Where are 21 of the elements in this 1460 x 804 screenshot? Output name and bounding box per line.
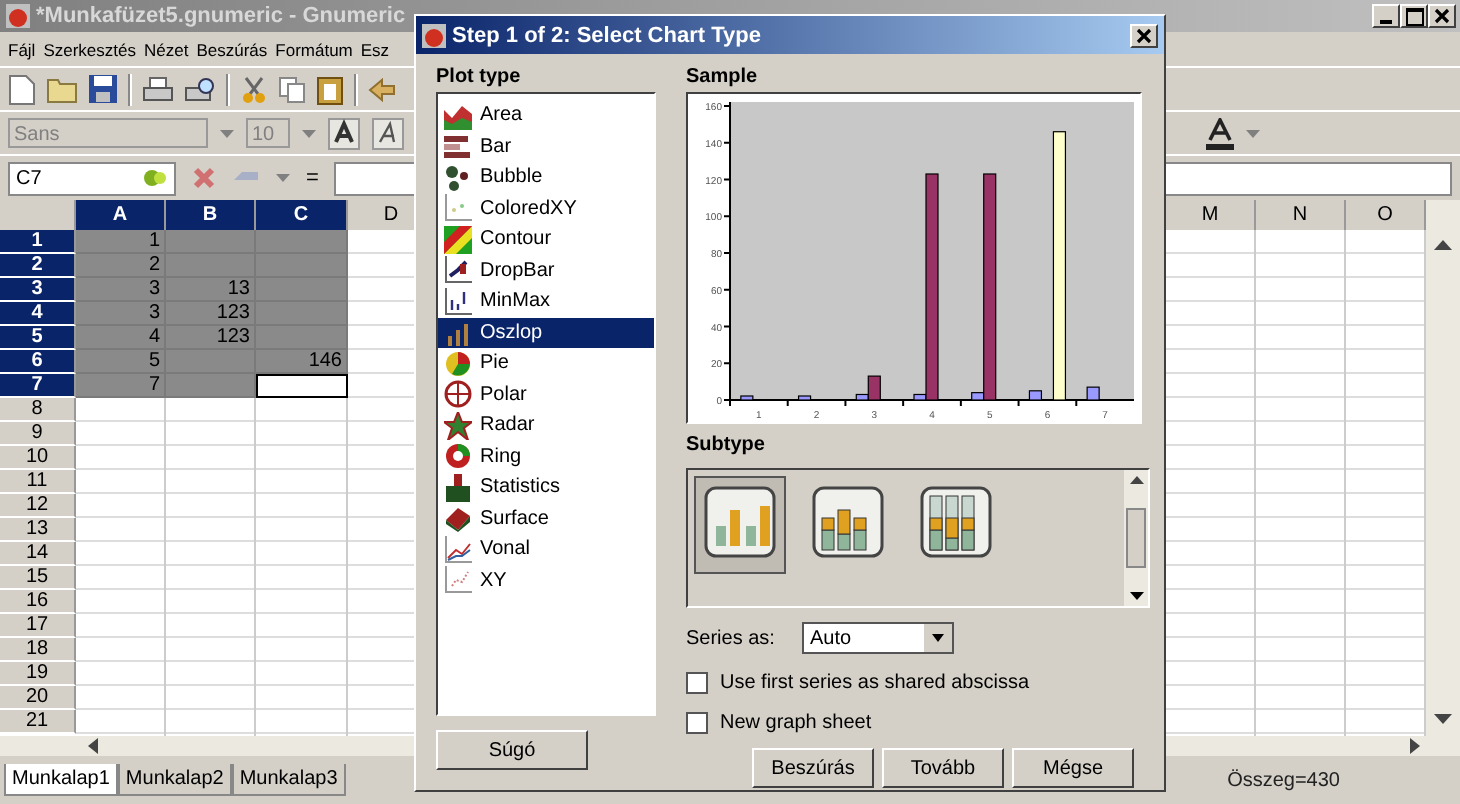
sheet-cell: 5 xyxy=(76,350,166,374)
sheet-cell: 4 xyxy=(76,326,166,350)
checkbox-label: Use first series as shared abscissa xyxy=(720,672,1030,694)
equals-sign: = xyxy=(306,166,319,190)
subtype-label: Subtype xyxy=(686,434,767,460)
sheet-cell: 2 xyxy=(76,254,166,278)
sheet-cell: 146 xyxy=(256,350,348,374)
sample-label: Sample xyxy=(686,66,760,92)
checkbox-label: New graph sheet xyxy=(720,712,872,734)
dialog-title: Step 1 of 2: Select Chart Type xyxy=(452,23,763,47)
sheet-cell: 123 xyxy=(166,302,256,326)
plot-type-label: Plot type xyxy=(436,66,523,92)
sheet-cell: 123 xyxy=(166,326,256,350)
sheet-cell: 13 xyxy=(166,278,256,302)
sheet-cell: 1 xyxy=(76,230,166,254)
status-sum: Összeg=430 xyxy=(1227,769,1340,791)
series-as-label: Series as: xyxy=(686,627,777,649)
window-title: *Munkafüzet5.gnumeric - Gnumeric xyxy=(36,4,408,28)
sheet-cell: 3 xyxy=(76,278,166,302)
sheet-cell: 7 xyxy=(76,374,166,398)
sheet-cell: 3 xyxy=(76,302,166,326)
